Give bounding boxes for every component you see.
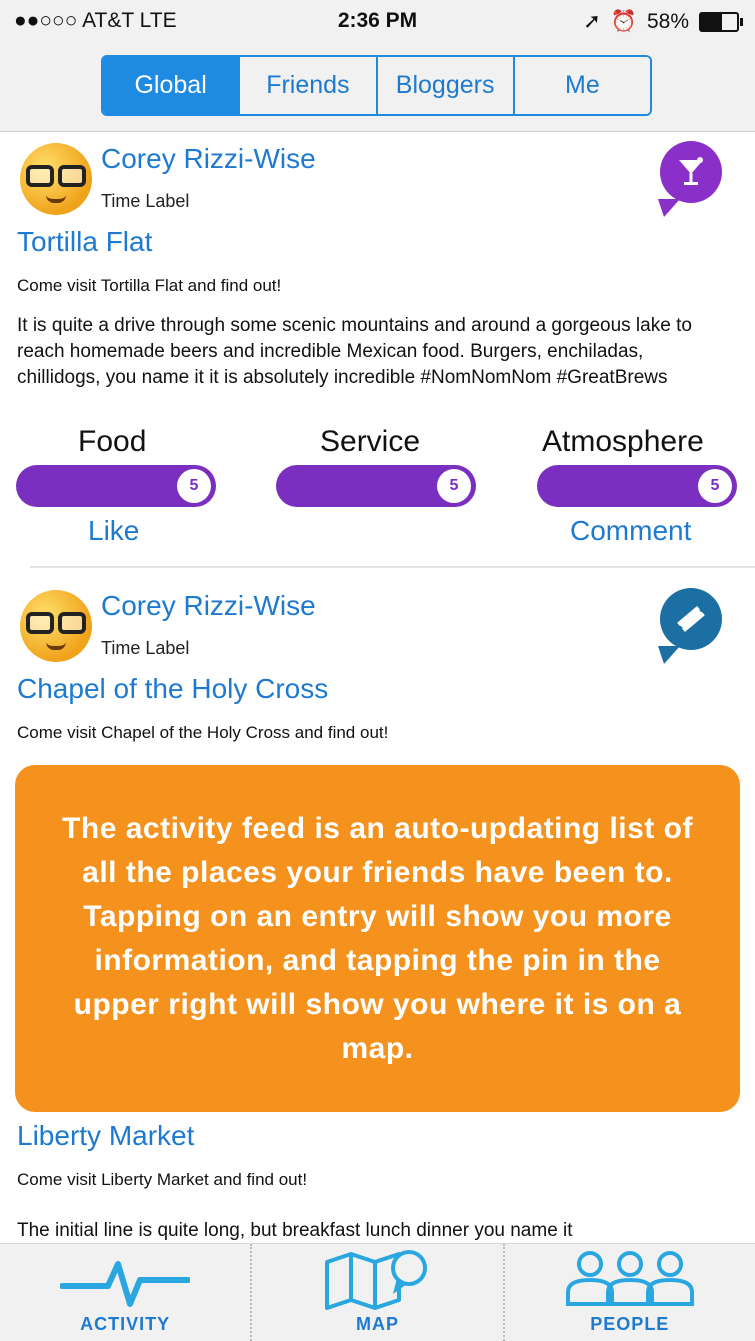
entry-divider [30, 566, 755, 568]
activity-icon [60, 1261, 191, 1307]
rating-label-service: Service [320, 425, 421, 458]
feed-entry[interactable]: Liberty Market Come visit Liberty Market… [0, 1118, 755, 1243]
place-name[interactable]: Tortilla Flat [17, 226, 152, 258]
tutorial-overlay[interactable]: The activity feed is an auto-updating li… [15, 765, 740, 1112]
tab-friends[interactable]: Friends [238, 57, 376, 114]
header: Global Friends Bloggers Me [0, 44, 755, 132]
place-description: The initial line is quite long, but brea… [17, 1220, 573, 1241]
tab-label: MAP [355, 1314, 399, 1334]
alarm-icon: ⏰ [610, 9, 637, 33]
rating-label-food: Food [78, 425, 147, 458]
tab-people[interactable]: PEOPLE [502, 1244, 755, 1341]
map-pin-button[interactable] [658, 588, 722, 664]
tutorial-text: The activity feed is an auto-updating li… [62, 811, 693, 1065]
user-name[interactable]: Corey Rizzi-Wise [101, 590, 316, 622]
cocktail-icon [679, 157, 703, 185]
tab-label: PEOPLE [590, 1314, 670, 1334]
battery-percent: 58% [646, 9, 689, 33]
place-subline: Come visit Tortilla Flat and find out! [17, 276, 282, 295]
location-arrow-icon: ➚ [583, 10, 601, 33]
avatar[interactable] [20, 143, 92, 215]
rating-slider-service[interactable]: 5 [276, 465, 476, 507]
feed-entry[interactable]: Corey Rizzi-Wise Time Label Chapel of th… [0, 580, 755, 760]
place-subline: Come visit Chapel of the Holy Cross and … [17, 723, 389, 742]
user-name[interactable]: Corey Rizzi-Wise [101, 143, 316, 175]
tab-bloggers[interactable]: Bloggers [375, 57, 513, 114]
rating-slider-food[interactable]: 5 [16, 465, 216, 507]
time-label: Time Label [101, 191, 190, 211]
place-name[interactable]: Chapel of the Holy Cross [17, 673, 328, 705]
tab-global[interactable]: Global [103, 57, 239, 114]
place-description: It is quite a drive through some scenic … [17, 315, 692, 388]
status-bar: ●●○○○ AT&T LTE 2:36 PM ➚ ⏰ 58% [0, 0, 755, 44]
tab-label: ACTIVITY [80, 1314, 171, 1334]
like-button[interactable]: Like [88, 515, 139, 547]
tab-me[interactable]: Me [512, 57, 650, 114]
rating-value-food: 5 [177, 469, 211, 503]
ticket-icon [677, 606, 705, 632]
bottom-tab-bar: ACTIVITY MAP PEOPLE [0, 1243, 755, 1341]
rating-value-atmosphere: 5 [698, 469, 732, 503]
map-pin-button[interactable] [658, 141, 722, 217]
feed-filter-control: Global Friends Bloggers Me [101, 55, 652, 116]
rating-value-service: 5 [437, 469, 471, 503]
map-icon [325, 1250, 428, 1310]
battery-icon [699, 11, 743, 32]
tab-map[interactable]: MAP [250, 1244, 502, 1341]
avatar[interactable] [20, 590, 92, 662]
rating-label-atmosphere: Atmosphere [542, 425, 704, 458]
place-subline: Come visit Liberty Market and find out! [17, 1170, 308, 1189]
time-label: Time Label [101, 638, 190, 658]
tab-activity[interactable]: ACTIVITY [0, 1244, 250, 1341]
place-name[interactable]: Liberty Market [17, 1120, 194, 1152]
rating-slider-atmosphere[interactable]: 5 [537, 465, 737, 507]
people-icon [565, 1251, 694, 1306]
feed-entry[interactable]: Corey Rizzi-Wise Time Label Tortilla Fla… [0, 133, 755, 563]
comment-button[interactable]: Comment [570, 515, 691, 547]
